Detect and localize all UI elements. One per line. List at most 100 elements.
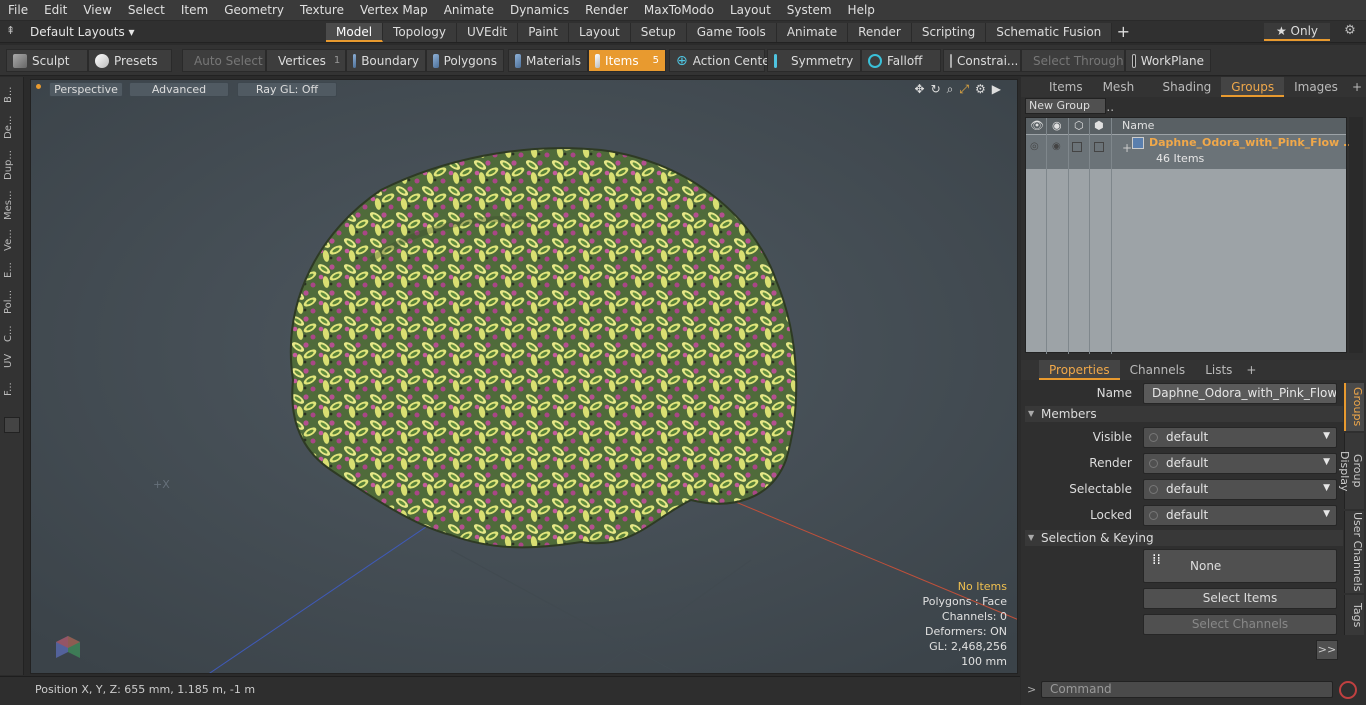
- new-group-button[interactable]: New Group: [1025, 98, 1106, 114]
- presets-button[interactable]: Presets: [88, 49, 172, 72]
- sculpt-button[interactable]: Sculpt: [6, 49, 88, 72]
- left-tab-uv[interactable]: UV: [3, 349, 21, 373]
- tab-uvedit[interactable]: UVEdit: [457, 23, 519, 42]
- polygons-button[interactable]: Polygons: [426, 49, 504, 72]
- row-render-icon[interactable]: ◉: [1052, 141, 1061, 152]
- name-field[interactable]: Daphne_Odora_with_Pink_Flowers (3: [1143, 382, 1337, 404]
- row-select-checkbox[interactable]: [1072, 142, 1082, 152]
- row-lock-checkbox[interactable]: [1094, 142, 1104, 152]
- gear-icon[interactable]: ⚙: [1340, 23, 1360, 41]
- move-view-icon[interactable]: ✥: [915, 82, 925, 97]
- menu-maxtomodo[interactable]: MaxToModo: [636, 3, 722, 17]
- command-input[interactable]: Command: [1041, 681, 1333, 698]
- none-button[interactable]: ⁞⁞ None: [1143, 549, 1337, 583]
- render-column-icon[interactable]: ◉: [1052, 118, 1062, 134]
- menu-animate[interactable]: Animate: [436, 3, 502, 17]
- left-tab-deform[interactable]: De...: [3, 111, 21, 143]
- side-tab-groups[interactable]: Groups: [1344, 383, 1364, 431]
- tab-channels[interactable]: Channels: [1120, 360, 1196, 380]
- raygl-button[interactable]: Ray GL: Off: [237, 82, 337, 97]
- left-tab-duplicate[interactable]: Dup...: [3, 145, 21, 185]
- tab-game-tools[interactable]: Game Tools: [686, 23, 777, 42]
- left-tab-vertex[interactable]: Ve...: [3, 225, 21, 255]
- render-dropdown[interactable]: default ▼: [1143, 452, 1337, 474]
- falloff-button[interactable]: Falloff: [861, 49, 941, 72]
- maximize-view-icon[interactable]: ⤢: [959, 82, 969, 97]
- selectable-dropdown[interactable]: default ▼: [1143, 478, 1337, 500]
- viewport-menu-icon[interactable]: [36, 84, 41, 89]
- materials-button[interactable]: Materials: [508, 49, 588, 72]
- symmetry-button[interactable]: Symmetry: [767, 49, 861, 72]
- tab-mesh[interactable]: Mesh ...: [1093, 77, 1153, 114]
- add-tab-icon[interactable]: +: [1112, 23, 1134, 42]
- add-props-tab-icon[interactable]: +: [1242, 360, 1260, 380]
- left-tab-fusion[interactable]: F...: [3, 375, 21, 403]
- tab-model[interactable]: Model: [326, 23, 384, 42]
- tab-items[interactable]: Items: [1039, 77, 1093, 97]
- select-column-icon[interactable]: ⬡: [1074, 118, 1084, 134]
- selection-keying-section[interactable]: Selection & Keying: [1025, 530, 1343, 546]
- menu-system[interactable]: System: [779, 3, 840, 17]
- visible-dropdown[interactable]: default ▼: [1143, 426, 1337, 448]
- menu-dynamics[interactable]: Dynamics: [502, 3, 577, 17]
- tab-scripting[interactable]: Scripting: [911, 23, 987, 42]
- sidebar-toggle-icon[interactable]: [4, 417, 20, 433]
- constraints-button[interactable]: Constrai...: [943, 49, 1021, 72]
- group-name[interactable]: Daphne_Odora_with_Pink_Flow ...: [1149, 136, 1356, 149]
- tab-groups[interactable]: Groups: [1221, 77, 1285, 97]
- group-row[interactable]: ◎ ◉ + Daphne_Odora_with_Pink_Flow ... 46…: [1026, 135, 1356, 169]
- locked-dropdown[interactable]: default ▼: [1143, 504, 1337, 526]
- tab-paint[interactable]: Paint: [518, 23, 569, 42]
- visibility-column-icon[interactable]: 👁: [1030, 118, 1044, 134]
- tab-images[interactable]: Images: [1284, 77, 1348, 97]
- viewport-play-icon[interactable]: ▶: [992, 82, 1001, 97]
- menu-file[interactable]: File: [0, 3, 36, 17]
- select-through-button[interactable]: Select Through: [1021, 49, 1125, 72]
- menu-select[interactable]: Select: [120, 3, 173, 17]
- items-button[interactable]: Items 5: [588, 49, 666, 72]
- expand-icon[interactable]: +: [1122, 141, 1132, 155]
- left-tab-basic[interactable]: B...: [3, 81, 21, 109]
- tab-properties[interactable]: Properties: [1039, 360, 1120, 380]
- tab-animate[interactable]: Animate: [776, 23, 849, 42]
- select-channels-button[interactable]: Select Channels: [1143, 614, 1337, 635]
- groups-scrollbar[interactable]: [1349, 117, 1363, 353]
- add-panel-tab-icon[interactable]: +: [1348, 77, 1366, 97]
- viewport-gear-icon[interactable]: ⚙: [975, 82, 986, 97]
- boundary-button[interactable]: Boundary: [346, 49, 426, 72]
- lock-column-icon[interactable]: ⬢: [1094, 118, 1104, 134]
- menu-item[interactable]: Item: [173, 3, 216, 17]
- auto-select-button[interactable]: Auto Select: [182, 49, 266, 72]
- 3d-viewport[interactable]: +X Perspective Advanced Ray GL: Off ✥ ↻ …: [30, 79, 1018, 674]
- tab-lists[interactable]: Lists: [1195, 360, 1242, 380]
- select-items-button[interactable]: Select Items: [1143, 588, 1337, 609]
- record-icon[interactable]: [1339, 681, 1357, 699]
- menu-view[interactable]: View: [75, 3, 119, 17]
- menu-vertex-map[interactable]: Vertex Map: [352, 3, 436, 17]
- menu-layout[interactable]: Layout: [722, 3, 779, 17]
- rotate-view-icon[interactable]: ↻: [931, 82, 941, 97]
- tab-layout[interactable]: Layout: [568, 23, 631, 42]
- tab-shading[interactable]: Shading: [1153, 77, 1222, 97]
- left-tab-polygon[interactable]: Pol...: [3, 285, 21, 319]
- menu-edit[interactable]: Edit: [36, 3, 75, 17]
- row-visibility-icon[interactable]: ◎: [1030, 141, 1039, 152]
- menu-texture[interactable]: Texture: [292, 3, 352, 17]
- side-tab-user-channels[interactable]: User Channels: [1344, 511, 1364, 593]
- only-toggle[interactable]: ★ Only: [1264, 23, 1330, 41]
- workplane-button[interactable]: WorkPlane: [1125, 49, 1211, 72]
- tab-render[interactable]: Render: [848, 23, 912, 42]
- vertices-button[interactable]: Vertices 1: [266, 49, 346, 72]
- advanced-button[interactable]: Advanced: [129, 82, 229, 97]
- left-tab-mesh[interactable]: Mes...: [3, 187, 21, 223]
- members-section[interactable]: Members: [1025, 406, 1343, 422]
- tab-setup[interactable]: Setup: [630, 23, 687, 42]
- side-tab-tags[interactable]: Tags: [1344, 595, 1364, 635]
- perspective-button[interactable]: Perspective: [49, 82, 123, 97]
- layouts-dropdown[interactable]: Default Layouts ▾: [22, 23, 143, 41]
- tab-topology[interactable]: Topology: [383, 23, 458, 42]
- side-tab-group-display[interactable]: Group Display: [1338, 433, 1364, 509]
- left-tab-curve[interactable]: C...: [3, 321, 21, 347]
- menu-render[interactable]: Render: [577, 3, 636, 17]
- menu-geometry[interactable]: Geometry: [216, 3, 292, 17]
